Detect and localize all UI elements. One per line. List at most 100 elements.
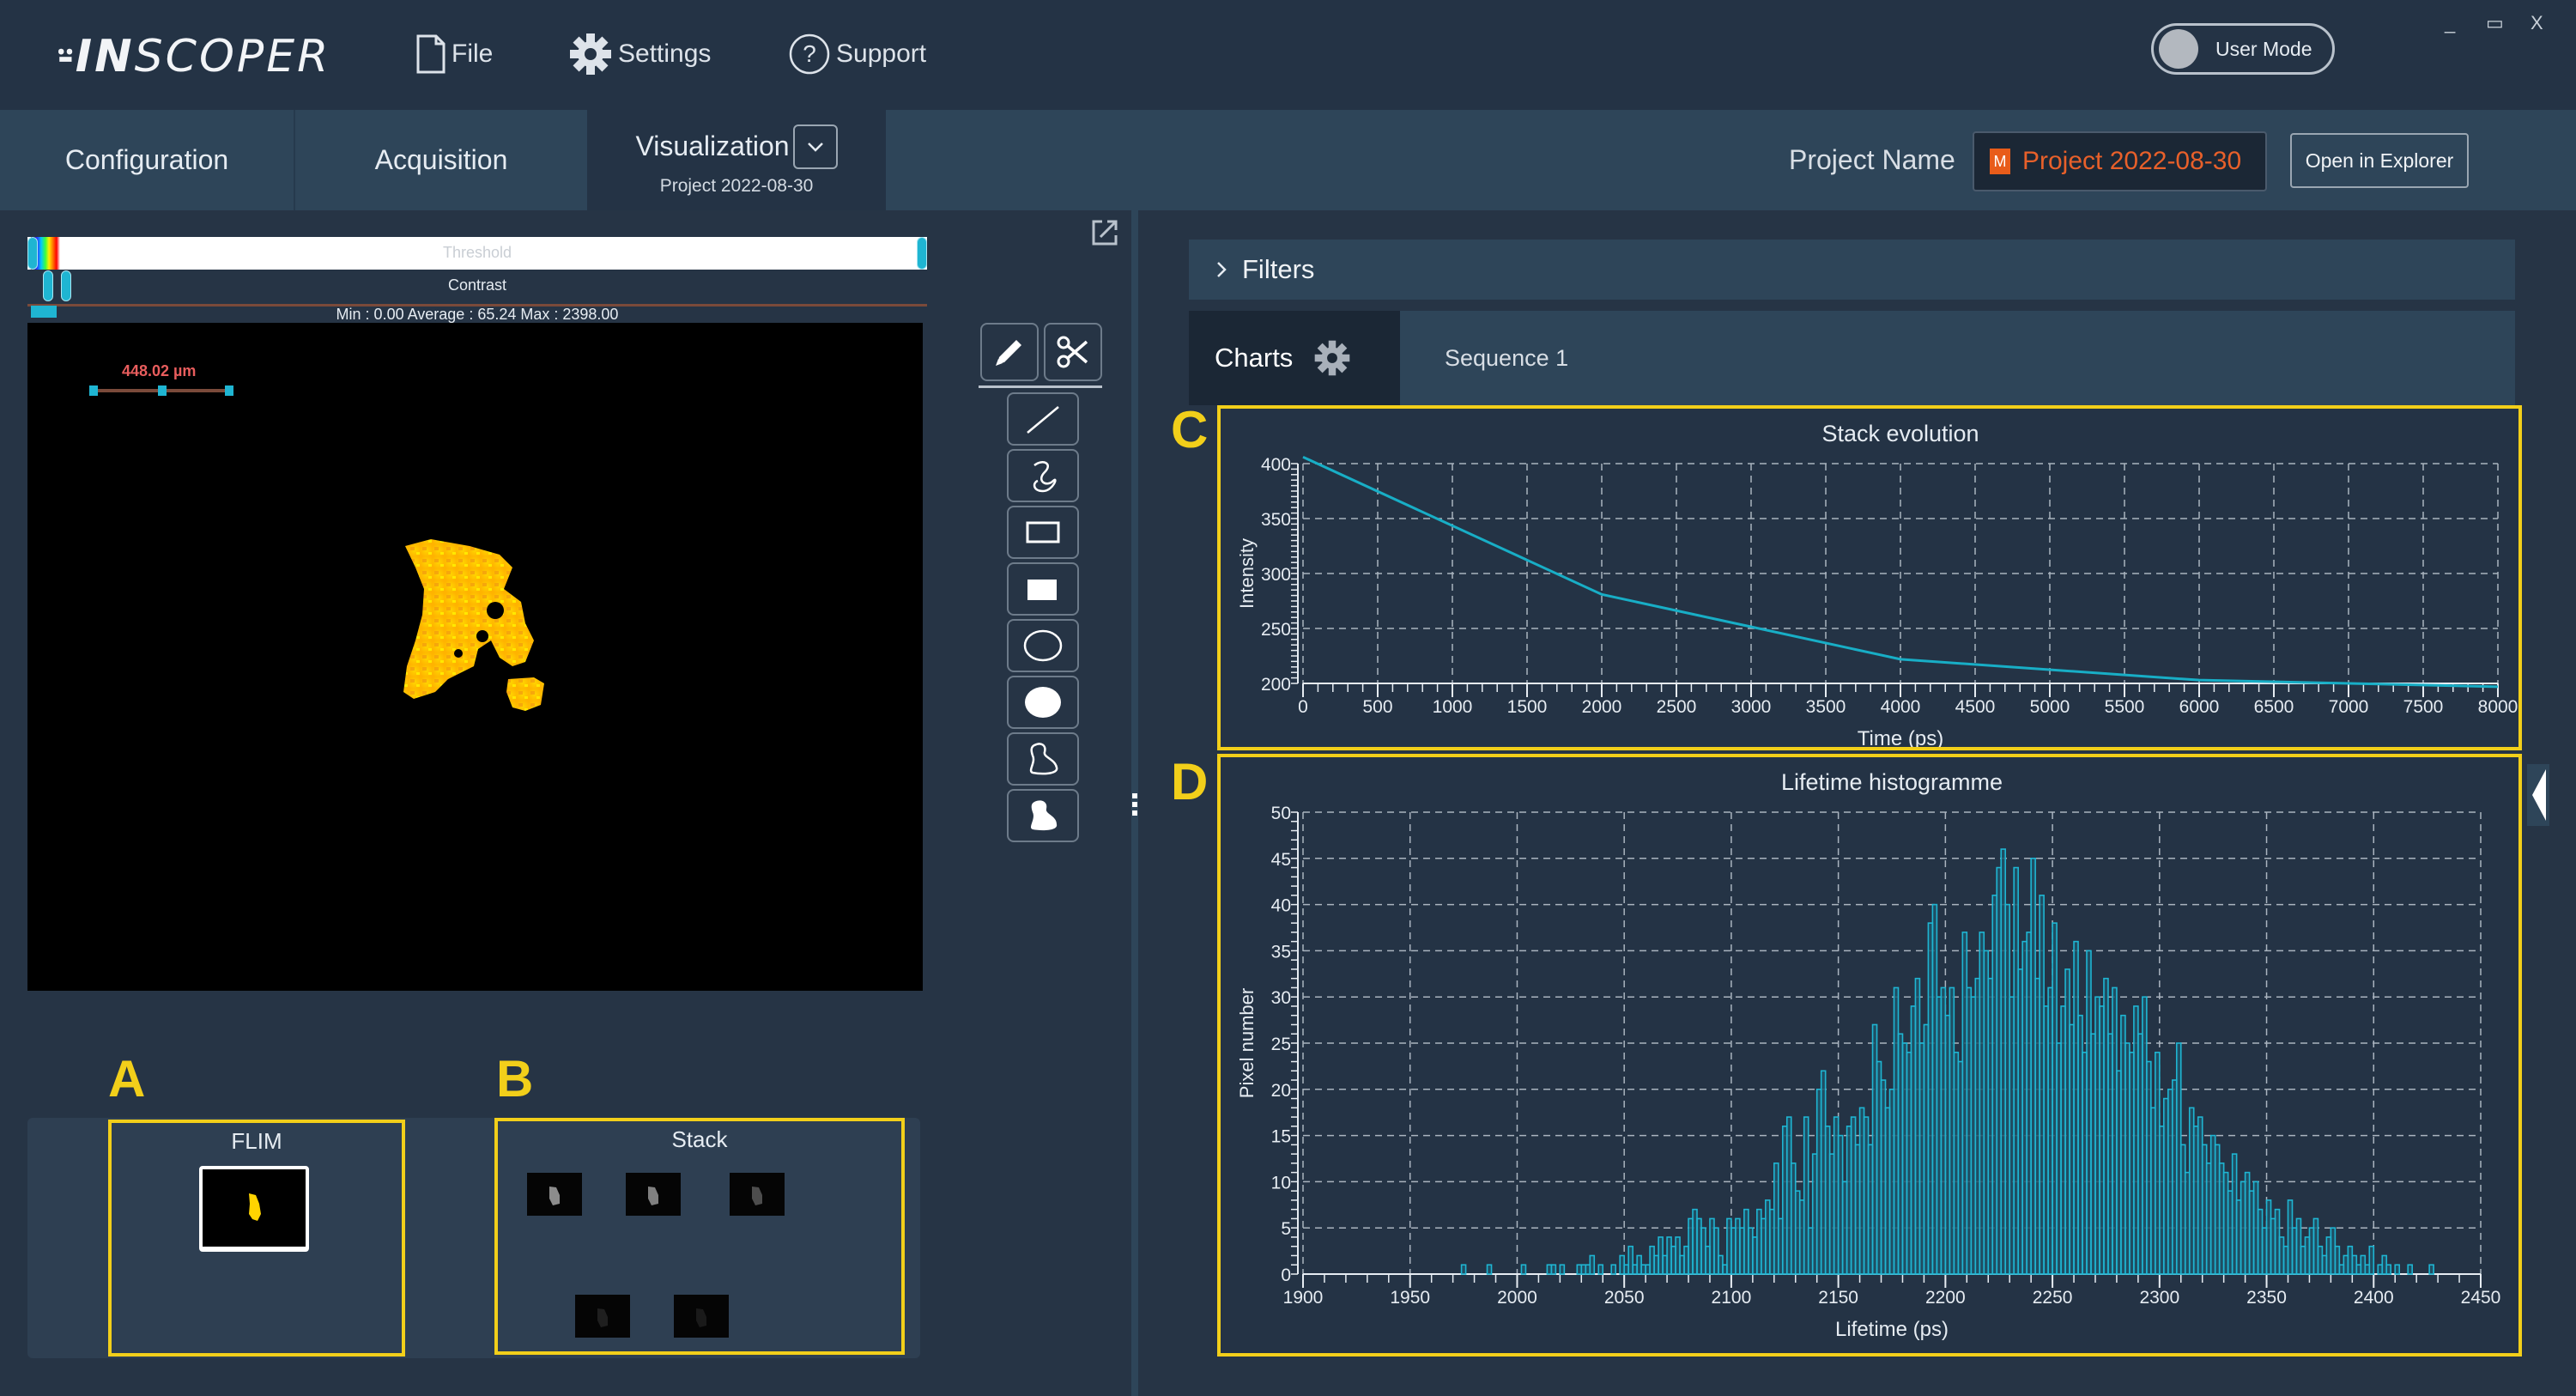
y-tick-label: 350: [1261, 510, 1291, 530]
filters-label: Filters: [1242, 254, 1315, 284]
polygon-filled-tool-button[interactable]: [1007, 789, 1079, 842]
y-tick-label: 45: [1271, 850, 1291, 870]
contrast-label: Contrast: [447, 276, 507, 294]
menu-settings[interactable]: Settings: [568, 33, 711, 76]
label-a: A: [108, 1050, 146, 1108]
toggle-knob: [2159, 29, 2198, 69]
project-badge-icon: M: [1990, 149, 2010, 174]
project-name-value: Project 2022-08-30: [2022, 147, 2242, 175]
threshold-max-handle[interactable]: [917, 237, 927, 270]
image-viewer[interactable]: 448.02 µm: [27, 323, 923, 991]
stack-thumbnail[interactable]: [625, 1173, 681, 1217]
scissors-tool-button[interactable]: [1044, 323, 1102, 381]
flim-thumbnail-image: [249, 1193, 261, 1221]
stack-thumbnail[interactable]: [574, 1294, 630, 1338]
scale-bar-end-handle[interactable]: [225, 385, 233, 396]
y-tick-label: 200: [1261, 675, 1291, 695]
file-icon: [416, 34, 445, 74]
menu-file[interactable]: File: [415, 33, 493, 76]
tab-sequence-1[interactable]: Sequence 1: [1445, 311, 1568, 405]
freehand-tool-button[interactable]: [1007, 449, 1079, 502]
pencil-tool-button[interactable]: [980, 323, 1039, 381]
tab-visualization-subtitle: Project 2022-08-30: [659, 175, 814, 196]
tab-acquisition-label: Acquisition: [374, 144, 508, 175]
rectangle-filled-tool-button[interactable]: [1007, 562, 1079, 616]
x-tick-label: 2450: [2461, 1288, 2501, 1308]
ellipse-outline-tool-button[interactable]: [1007, 619, 1079, 672]
flim-image: [403, 539, 544, 711]
stack-thumbnail[interactable]: [527, 1173, 583, 1217]
x-tick-label: 2350: [2246, 1288, 2287, 1308]
stack-evolution-plot[interactable]: Stack evolution2002503003504000 500 1000 15…: [1221, 409, 2518, 750]
x-tick-label: 8000: [2478, 697, 2518, 717]
x-tick-label: 2000: [1582, 697, 1622, 717]
threshold-slider[interactable]: Threshold: [27, 237, 927, 270]
filters-expander[interactable]: Filters: [1189, 240, 2515, 300]
tab-visualization-label: Visualization: [635, 130, 790, 161]
ellipse-filled-tool-button[interactable]: [1007, 676, 1079, 729]
x-tick-label: 2050: [1604, 1288, 1645, 1308]
flim-thumbnail[interactable]: [199, 1166, 309, 1252]
menu-settings-label: Settings: [618, 39, 712, 68]
x-tick-label: 2000: [1497, 1288, 1537, 1308]
y-tick-label: 0: [1281, 1266, 1291, 1285]
gear-icon[interactable]: [1313, 339, 1351, 377]
close-button[interactable]: X: [2531, 12, 2543, 34]
tab-acquisition[interactable]: Acquisition: [295, 110, 587, 210]
tab-configuration[interactable]: Configuration: [0, 110, 294, 210]
line-tool-button[interactable]: [1007, 392, 1079, 446]
y-axis-label: Intensity: [1236, 538, 1258, 609]
maximize-button[interactable]: ▭: [2486, 12, 2504, 34]
scale-bar-start-handle[interactable]: [89, 385, 98, 396]
ellipse-outline-icon: [1023, 629, 1063, 662]
y-tick-label: 30: [1271, 988, 1291, 1008]
stack-thumbnail-image: [549, 1187, 561, 1206]
lifetime-histogram-plot[interactable]: Lifetime histogramme 0 5 10 15 20 25 30 35 40 45 50…: [1221, 757, 2537, 1353]
x-tick-label: 6000: [2179, 697, 2220, 717]
project-name-field[interactable]: M Project 2022-08-30: [1973, 131, 2267, 191]
menu-support[interactable]: ? Support: [788, 33, 926, 76]
app-logo: ⸚INSCOPER: [58, 31, 331, 82]
chart-title: Stack evolution: [1821, 421, 1979, 446]
tab-sequence-1-label: Sequence 1: [1445, 344, 1569, 371]
menu-file-label: File: [452, 39, 494, 68]
y-tick-label: 10: [1271, 1173, 1291, 1193]
side-panel-toggle[interactable]: [2527, 764, 2549, 826]
y-tick-label: 35: [1271, 942, 1291, 962]
x-axis-label: Lifetime (ps): [1835, 1318, 1949, 1341]
stack-thumbnail-image: [647, 1187, 658, 1206]
x-tick-label: 5000: [2030, 697, 2070, 717]
stack-thumbnail-image: [597, 1308, 608, 1327]
x-tick-label: 2400: [2354, 1288, 2394, 1308]
chart-title: Lifetime histogramme: [1781, 769, 2003, 795]
x-tick-label: 1500: [1507, 697, 1548, 717]
ellipse-filled-icon: [1025, 687, 1061, 718]
x-tick-label: 7500: [2403, 697, 2444, 717]
x-tick-label: 4500: [1955, 697, 1996, 717]
scale-bar-mid-handle[interactable]: [158, 385, 167, 396]
tab-charts[interactable]: Charts: [1189, 311, 1400, 405]
logo-prefix: IN: [75, 31, 135, 82]
y-tick-label: 40: [1271, 896, 1291, 916]
x-tick-label: 3500: [1806, 697, 1846, 717]
line-tool-icon: [1027, 406, 1059, 434]
rectangle-outline-tool-button[interactable]: [1007, 506, 1079, 559]
y-axis-label: Pixel number: [1236, 988, 1258, 1098]
pencil-icon: [996, 340, 1021, 366]
stack-thumbnail[interactable]: [729, 1173, 785, 1217]
stack-thumbnail-image: [695, 1308, 706, 1327]
label-b: B: [496, 1050, 534, 1108]
polygon-outline-tool-button[interactable]: [1007, 732, 1079, 786]
open-in-explorer-button[interactable]: Open in Explorer: [2290, 133, 2469, 188]
user-mode-toggle[interactable]: User Mode: [2151, 23, 2335, 75]
popout-icon[interactable]: [1090, 218, 1119, 247]
tab-visualization[interactable]: Visualization Project 2022-08-30: [587, 110, 886, 210]
x-axis-label: Time (ps): [1858, 727, 1943, 747]
title-bar: ⸚INSCOPER File Settings ? Support User M…: [0, 0, 2576, 110]
stack-thumbnail[interactable]: [673, 1294, 729, 1338]
lifetime-histogram-chart: Lifetime histogramme 0 5 10 15 20 25 30 35 40 45 50…: [1217, 754, 2537, 1357]
threshold-min-handle[interactable]: [27, 237, 38, 270]
minimize-button[interactable]: _: [2445, 12, 2455, 34]
visualization-dropdown-button[interactable]: [792, 124, 838, 169]
y-tick-label: 25: [1271, 1035, 1291, 1054]
